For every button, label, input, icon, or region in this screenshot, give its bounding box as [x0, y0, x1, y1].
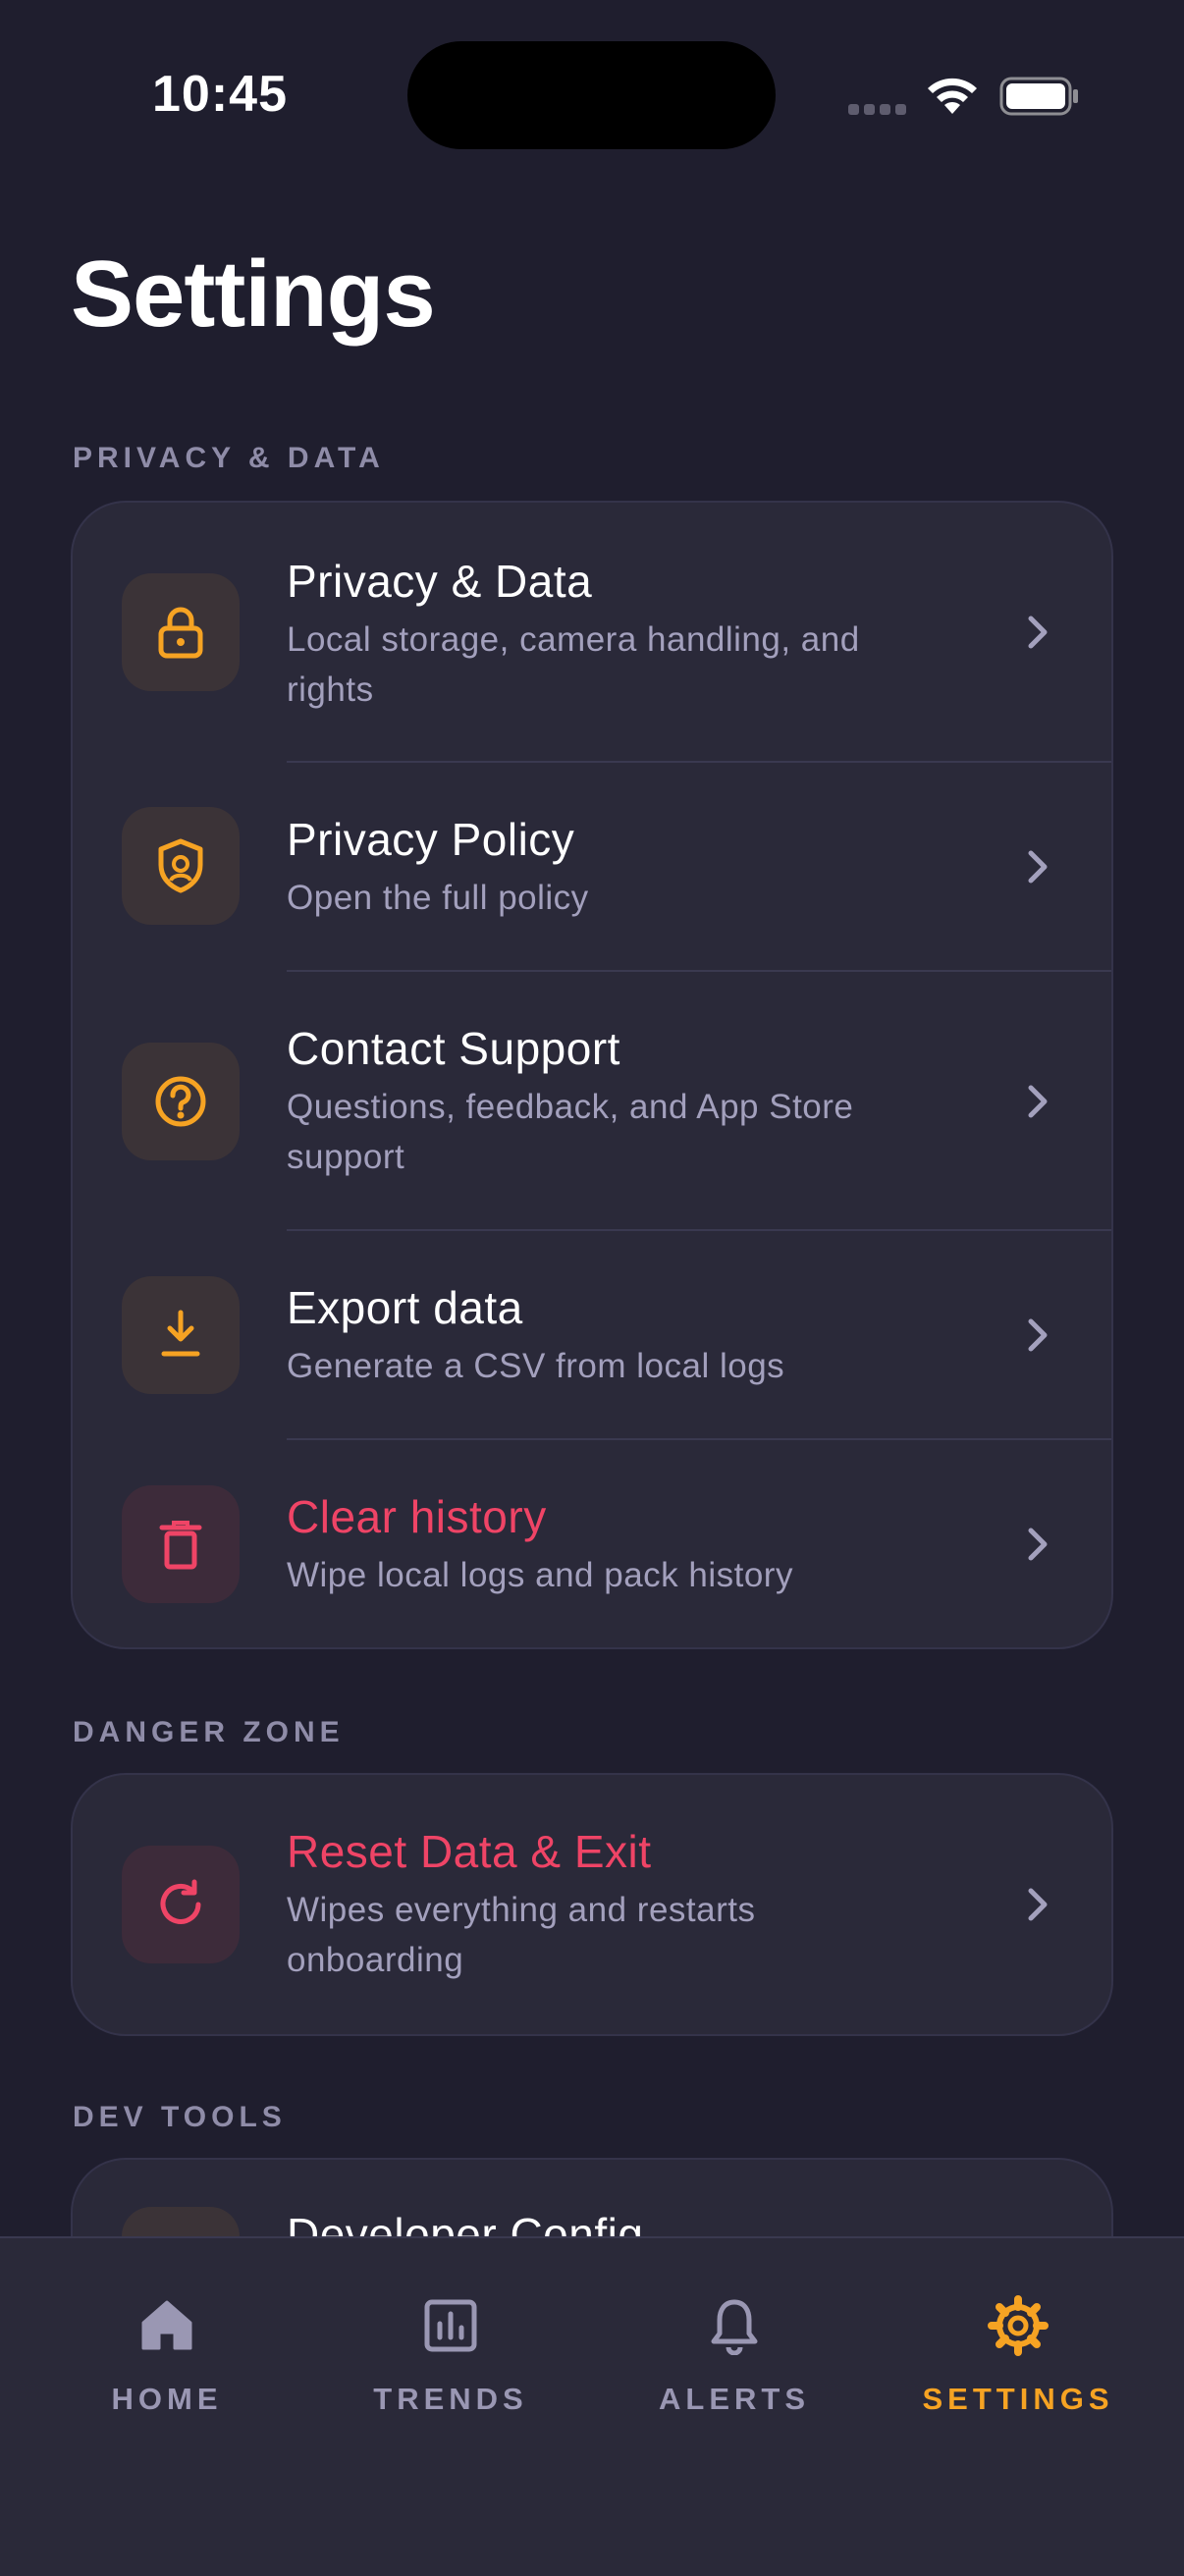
row-title: Export data: [287, 1282, 523, 1333]
status-bar: 10:45: [0, 0, 1184, 196]
section-label-privacy: PRIVACY & DATA: [73, 442, 385, 474]
shield-icon: [122, 807, 240, 925]
cellular-signal-icon: [848, 102, 911, 120]
row-subtitle: Questions, feedback, and App Store suppor…: [287, 1088, 854, 1176]
tab-label: HOME: [111, 2382, 223, 2416]
privacy-policy-row[interactable]: Privacy Policy Open the full policy: [73, 763, 1111, 972]
dynamic-island: [407, 41, 776, 149]
reset-data-row[interactable]: Reset Data & Exit Wipes everything and r…: [73, 1775, 1111, 2034]
row-title: Reset Data & Exit: [287, 1826, 652, 1877]
bell-icon: [607, 2291, 862, 2360]
battery-icon: [999, 77, 1078, 116]
chevron-right-icon: [1028, 1528, 1048, 1561]
tab-home[interactable]: HOME: [39, 2291, 295, 2417]
chevron-right-icon: [1028, 1085, 1048, 1118]
danger-card: Reset Data & Exit Wipes everything and r…: [71, 1773, 1113, 2036]
download-icon: [122, 1276, 240, 1394]
tab-alerts[interactable]: ALERTS: [607, 2291, 862, 2417]
privacy-data-row[interactable]: Privacy & Data Local storage, camera han…: [73, 503, 1111, 763]
row-subtitle: Local storage, camera handling, and right…: [287, 620, 860, 709]
tab-label: TRENDS: [373, 2382, 528, 2416]
row-title: Privacy Policy: [287, 814, 575, 865]
gear-icon: [890, 2291, 1146, 2360]
tab-settings[interactable]: SETTINGS: [890, 2291, 1146, 2417]
tab-trends[interactable]: TRENDS: [323, 2291, 578, 2417]
tab-label: ALERTS: [659, 2382, 810, 2416]
chevron-right-icon: [1028, 1888, 1048, 1921]
refresh-icon: [122, 1846, 240, 1963]
row-subtitle: Generate a CSV from local logs: [287, 1347, 785, 1385]
row-title: Privacy & Data: [287, 556, 593, 607]
question-circle-icon: [122, 1043, 240, 1160]
chevron-right-icon: [1028, 850, 1048, 884]
section-label-danger: DANGER ZONE: [73, 1716, 345, 1748]
tab-label: SETTINGS: [922, 2382, 1114, 2416]
row-subtitle: Wipe local logs and pack history: [287, 1556, 793, 1594]
page-title: Settings: [71, 242, 436, 347]
chart-icon: [323, 2291, 578, 2360]
export-data-row[interactable]: Export data Generate a CSV from local lo…: [73, 1231, 1111, 1440]
chevron-right-icon: [1028, 616, 1048, 649]
trash-icon: [122, 1485, 240, 1603]
row-subtitle: Wipes everything and restarts onboarding: [287, 1891, 756, 1979]
home-icon: [39, 2291, 295, 2360]
row-title: Contact Support: [287, 1023, 620, 1074]
lock-icon: [122, 573, 240, 691]
section-label-dev: DEV TOOLS: [73, 2101, 287, 2133]
status-time: 10:45: [152, 66, 288, 123]
tab-bar: HOME TRENDS ALERTS SETTINGS: [0, 2236, 1184, 2576]
wifi-icon: [928, 78, 977, 114]
chevron-right-icon: [1028, 1318, 1048, 1352]
row-title: Clear history: [287, 1491, 547, 1542]
privacy-card: Privacy & Data Local storage, camera han…: [71, 501, 1113, 1649]
contact-support-row[interactable]: Contact Support Questions, feedback, and…: [73, 972, 1111, 1231]
clear-history-row[interactable]: Clear history Wipe local logs and pack h…: [73, 1440, 1111, 1647]
row-subtitle: Open the full policy: [287, 879, 589, 917]
